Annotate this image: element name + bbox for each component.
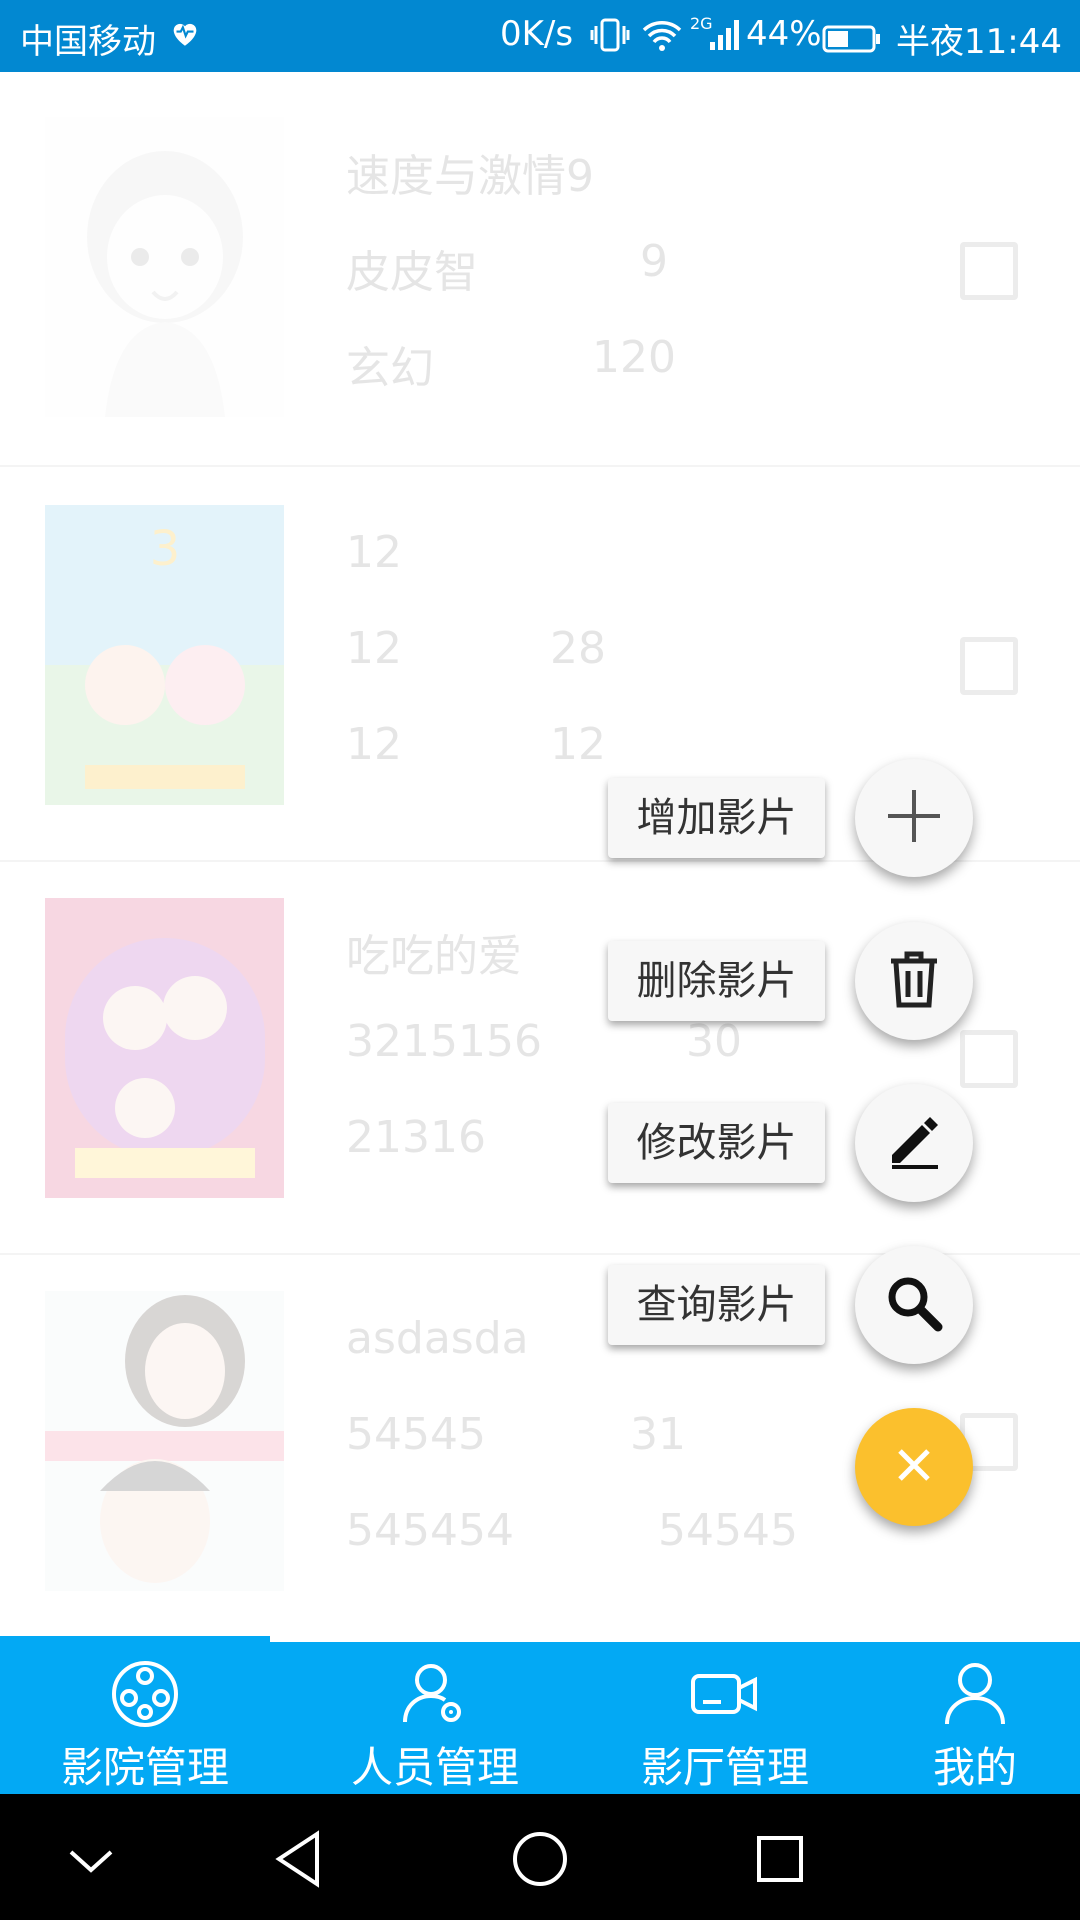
tab-label: 我的 xyxy=(932,1743,1017,1792)
tab-label: 影厅管理 xyxy=(640,1743,809,1792)
add-movie-label[interactable]: 增加影片 xyxy=(608,778,825,858)
close-icon xyxy=(894,1445,934,1489)
heart-icon xyxy=(168,16,202,59)
bottom-navigation: 影院管理 人员管理 影厅管理 我的 xyxy=(0,1642,1080,1794)
tab-cinema-management[interactable]: 影院管理 xyxy=(0,1642,290,1794)
battery-percent: 44% xyxy=(746,14,822,54)
vibrate-icon xyxy=(590,18,630,61)
clock: 半夜11:44 xyxy=(896,22,1062,62)
carrier-name: 中国移动 xyxy=(20,22,156,62)
tab-staff-management[interactable]: 人员管理 xyxy=(290,1642,580,1794)
plus-icon xyxy=(882,784,946,852)
tab-label: 影院管理 xyxy=(60,1743,229,1792)
battery-icon xyxy=(822,22,882,62)
search-icon xyxy=(884,1273,944,1337)
edit-movie-label[interactable]: 修改影片 xyxy=(608,1103,825,1183)
video-camera-icon xyxy=(689,1658,761,1730)
user-gear-icon xyxy=(399,1658,471,1730)
fab-close-button[interactable] xyxy=(855,1408,973,1526)
system-navigation-bar xyxy=(0,1794,1080,1920)
chevron-down-icon[interactable] xyxy=(56,1824,126,1894)
query-movie-label[interactable]: 查询影片 xyxy=(608,1265,825,1345)
back-icon[interactable] xyxy=(265,1824,335,1894)
delete-movie-label[interactable]: 删除影片 xyxy=(608,941,825,1021)
tab-label: 人员管理 xyxy=(350,1743,519,1792)
status-bar: 中国移动 0K/s 2G 44% 半夜11:44 xyxy=(0,0,1080,72)
film-reel-icon xyxy=(109,1658,181,1730)
pencil-icon xyxy=(884,1111,944,1175)
net-speed: 0K/s xyxy=(500,14,574,54)
tab-hall-management[interactable]: 影厅管理 xyxy=(580,1642,870,1794)
query-movie-button[interactable] xyxy=(855,1246,973,1364)
signal-icon xyxy=(708,18,744,61)
recents-icon[interactable] xyxy=(745,1824,815,1894)
wifi-icon xyxy=(642,18,682,61)
edit-movie-button[interactable] xyxy=(855,1084,973,1202)
user-icon xyxy=(939,1658,1011,1730)
tab-mine[interactable]: 我的 xyxy=(870,1642,1080,1794)
add-movie-button[interactable] xyxy=(855,759,973,877)
trash-icon xyxy=(887,949,941,1013)
home-icon[interactable] xyxy=(505,1824,575,1894)
delete-movie-button[interactable] xyxy=(855,922,973,1040)
